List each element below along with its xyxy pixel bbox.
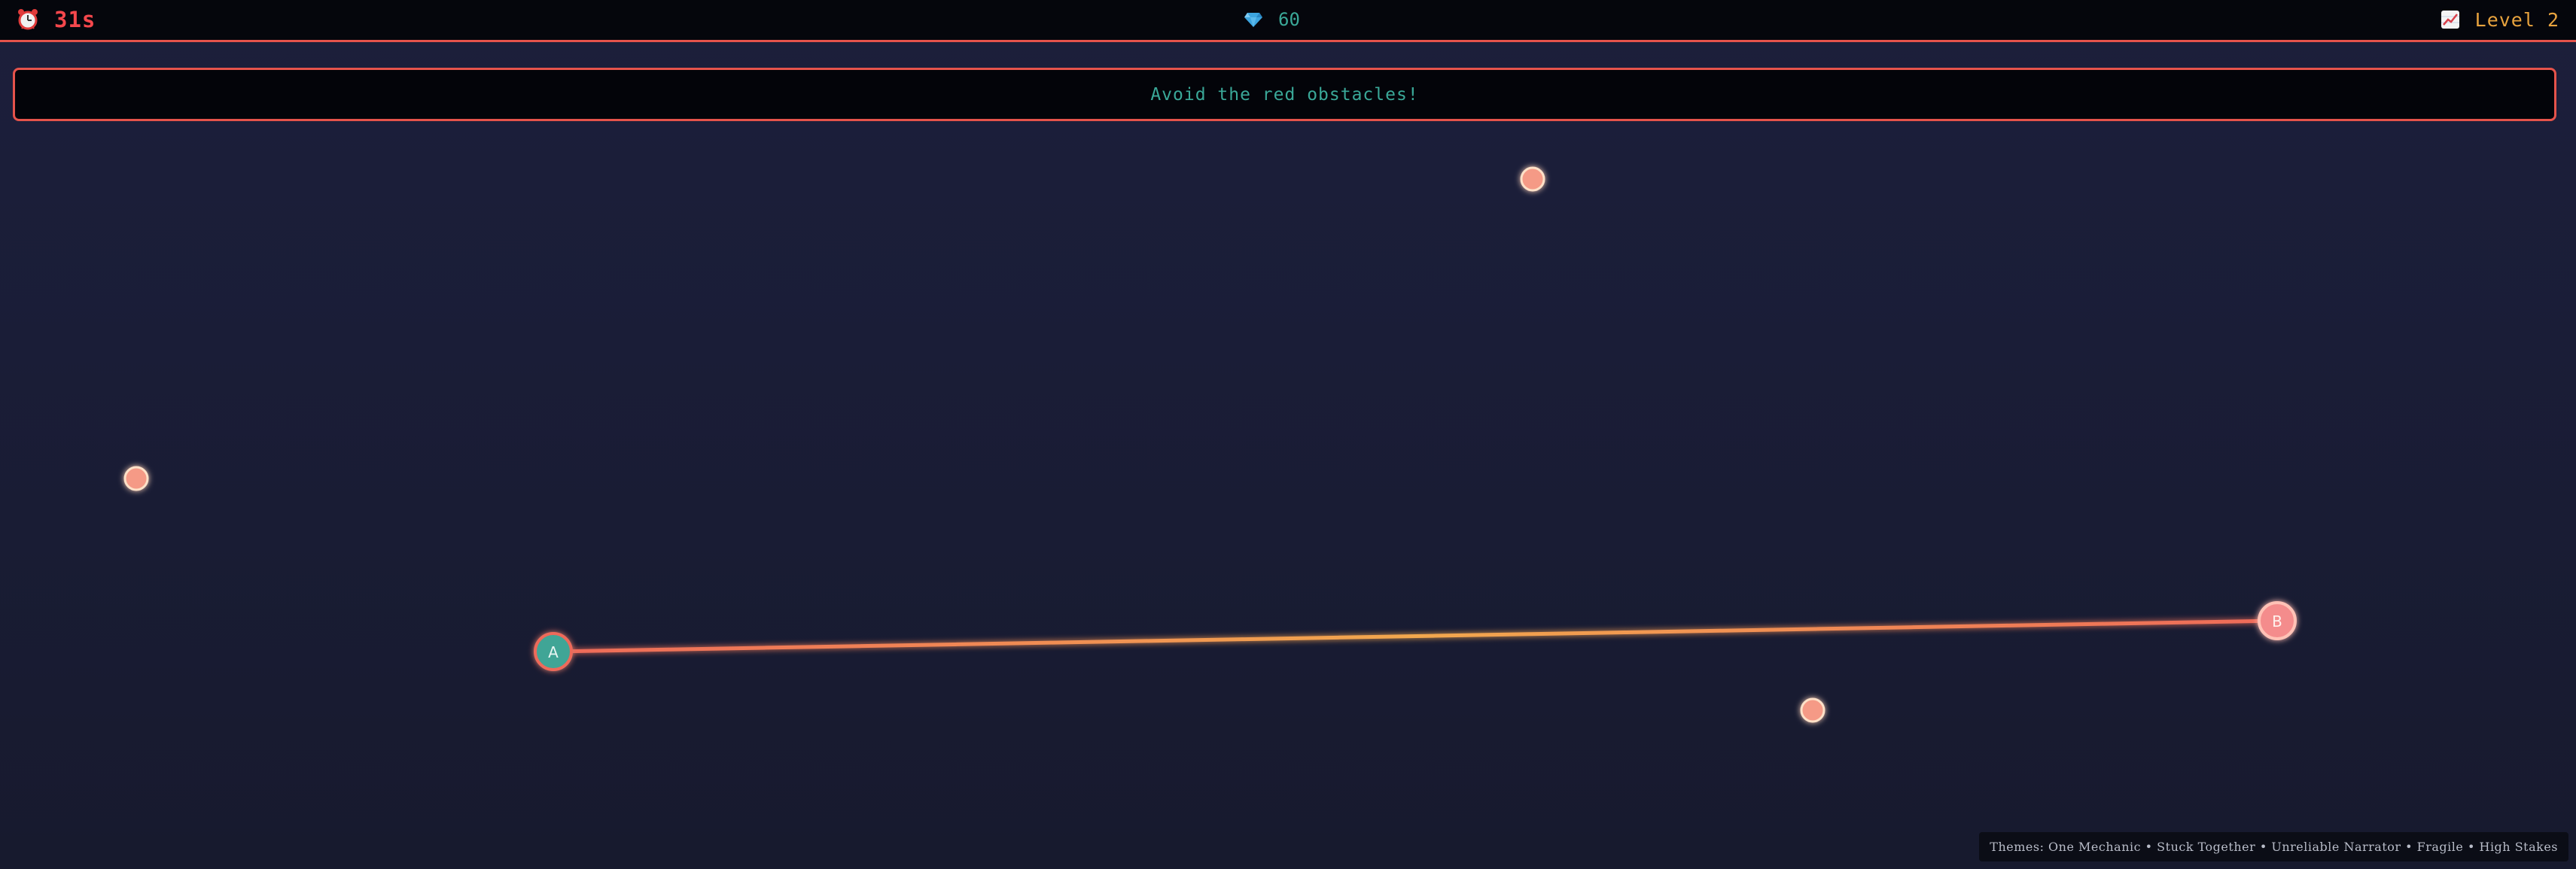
tether-line — [551, 618, 2279, 654]
timer-value: 31s — [54, 7, 96, 32]
node-a-label: A — [548, 643, 559, 661]
timer: 31s — [17, 0, 96, 39]
obstacle — [1520, 166, 1545, 192]
obstacle — [123, 466, 149, 491]
alarm-clock-icon — [17, 8, 39, 31]
playfield[interactable]: A B — [0, 0, 2576, 869]
themes-footer: Themes: One Mechanic • Stuck Together • … — [1979, 832, 2568, 861]
game-stage[interactable]: A B 31s 60 Level 2 Avoid the red obstacl… — [0, 0, 2576, 869]
node-b-label: B — [2272, 612, 2282, 630]
gem-count: 60 — [1278, 9, 1300, 30]
chart-increasing-icon — [2441, 10, 2460, 29]
hud-bar: 31s 60 Level 2 — [0, 0, 2576, 42]
message-banner: Avoid the red obstacles! — [13, 68, 2556, 121]
obstacle — [1800, 697, 1825, 723]
node-b[interactable]: B — [2258, 601, 2297, 640]
message-text: Avoid the red obstacles! — [1150, 84, 1419, 105]
themes-text: Themes: One Mechanic • Stuck Together • … — [1990, 840, 2558, 854]
node-a[interactable]: A — [534, 632, 573, 671]
gem-icon — [1244, 11, 1263, 28]
gem-counter: 60 — [1244, 0, 1300, 39]
level-indicator: Level 2 — [2441, 0, 2559, 39]
level-label: Level 2 — [2474, 8, 2559, 31]
